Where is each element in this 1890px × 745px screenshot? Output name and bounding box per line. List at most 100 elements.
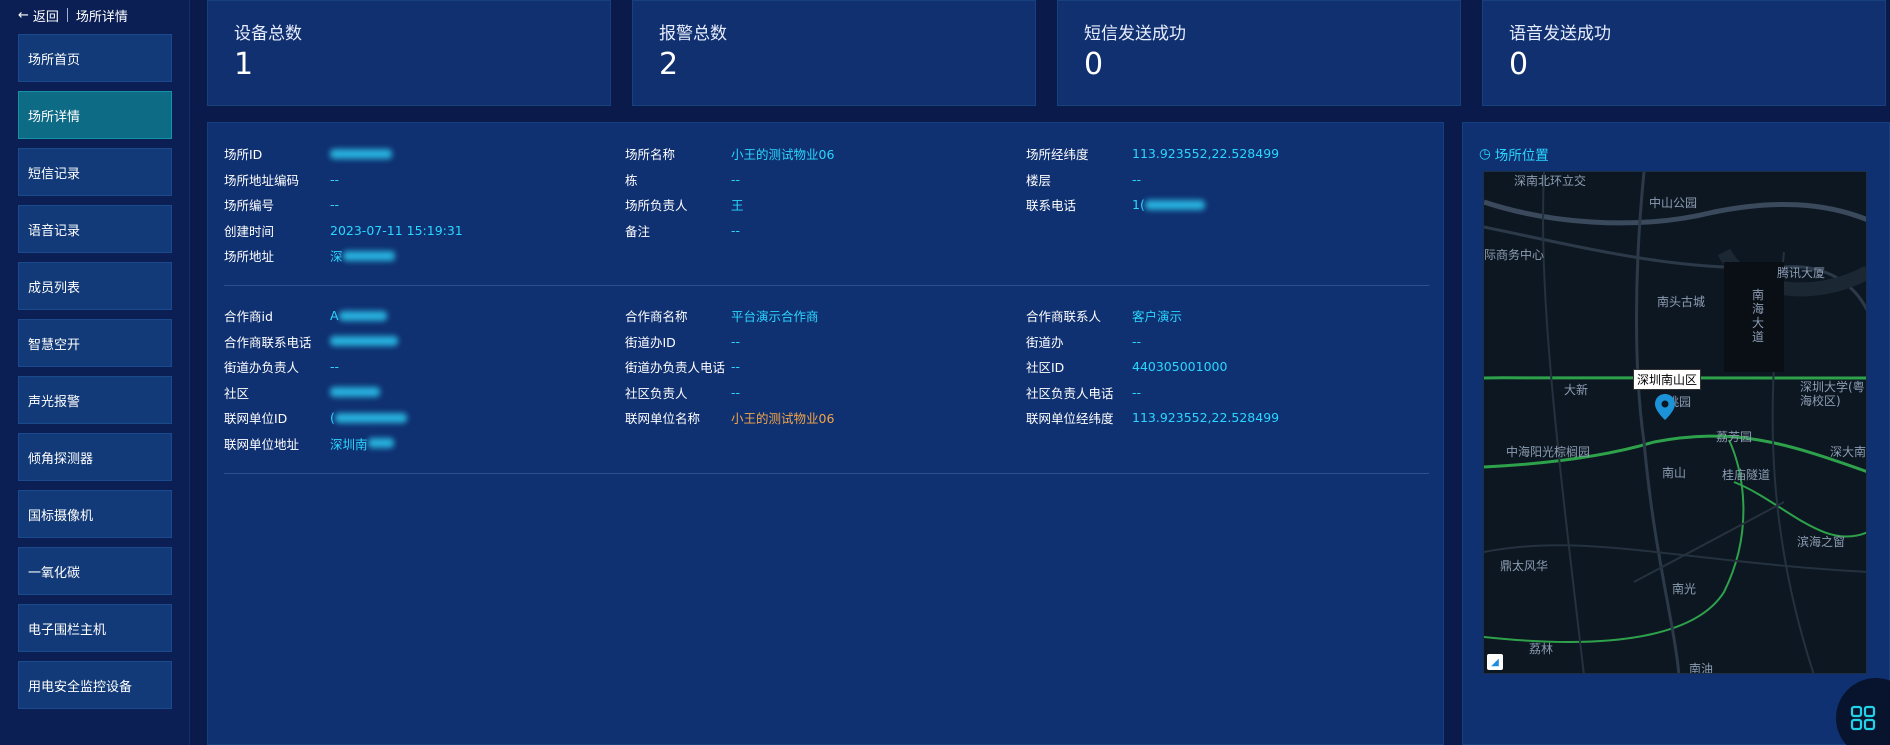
stat-card-devices: 设备总数 1 [207, 0, 611, 106]
stat-card-voice-success: 语音发送成功 0 [1482, 0, 1886, 106]
stat-value: 0 [1084, 47, 1104, 82]
sidebar-item-label: 电子围栏主机 [28, 622, 107, 638]
detail-panel: 场所ID 场所名称 小王的测试物业06 场所经纬度 113.923552,22.52… [207, 122, 1444, 745]
map-label: 滨海之窗 [1797, 535, 1846, 549]
location-panel: ◷ 场所位置 深南北环立交 中山公园 际商务中心 腾讯大厦 南头古城 南海大道 … [1462, 122, 1890, 745]
field-partner-id: 合作商id A [224, 303, 387, 329]
sidebar-item-sms-records[interactable]: 短信记录 [18, 148, 172, 196]
info-row: 街道办负责人 -- 街道办负责人电话 -- 社区ID 440305001000 [224, 354, 1429, 380]
map-label: 深圳大学(粤海校区) [1800, 380, 1865, 408]
map-popup: 深圳南山区 [1633, 369, 1702, 390]
header-divider [66, 8, 68, 22]
map-label: 荔林 [1529, 642, 1554, 656]
map-label: 南头古城 [1657, 295, 1706, 309]
stat-card-alarms: 报警总数 2 [632, 0, 1036, 106]
map-logo-icon: ◢ [1487, 654, 1503, 670]
sidebar-item-label: 短信记录 [28, 166, 81, 182]
redacted-mask [330, 387, 380, 398]
sidebar-item-label: 场所首页 [28, 52, 81, 68]
section-divider [224, 285, 1429, 286]
grid-icon [1850, 705, 1876, 731]
sidebar-item-voice-records[interactable]: 语音记录 [18, 205, 172, 253]
sidebar-item-fence-host[interactable]: 电子围栏主机 [18, 604, 172, 652]
field-community-manager: 社区负责人 -- [625, 384, 741, 401]
info-row: 场所地址深 [224, 243, 1429, 269]
sidebar-item-power-safety[interactable]: 用电安全监控设备 [18, 661, 172, 709]
map-label: 中海阳光棕榈园 [1506, 445, 1591, 459]
field-street-manager-phone: 街道办负责人电话 -- [625, 359, 741, 376]
location-map[interactable]: 深南北环立交 中山公园 际商务中心 腾讯大厦 南头古城 南海大道 大新 桃园 深… [1483, 171, 1867, 674]
redacted-mask [334, 412, 407, 423]
arrow-left-icon: ← [18, 7, 29, 23]
back-button[interactable]: ← 返回 [18, 6, 59, 25]
map-label: 桂庙隧道 [1722, 468, 1771, 482]
sidebar-item-label: 智慧空开 [28, 337, 81, 353]
info-row: 联网单位地址 深圳南 [224, 431, 1429, 457]
info-row: 场所ID 场所名称 小王的测试物业06 场所经纬度 113.923552,22.52… [224, 141, 1429, 167]
sidebar-item-gb-camera[interactable]: 国标摄像机 [18, 490, 172, 538]
redacted-mask [367, 438, 394, 449]
map-label: 鼎太风华 [1500, 559, 1549, 573]
field-place-id: 场所ID [224, 141, 392, 167]
sidebar: ← 返回 场所详情 场所首页 场所详情 短信记录 语音记录 成员列表 智慧空开 … [0, 0, 190, 745]
field-place-manager: 场所负责人王 [625, 198, 744, 214]
stat-value: 0 [1509, 47, 1529, 82]
location-title: ◷ 场所位置 [1479, 144, 1549, 164]
stat-value: 1 [234, 47, 254, 82]
stat-label: 报警总数 [659, 24, 727, 44]
field-building: 栋 -- [625, 171, 741, 188]
field-partner-name: 合作商名称 平台演示合作商 [625, 309, 819, 325]
stat-card-sms-success: 短信发送成功 0 [1057, 0, 1461, 106]
map-pin-icon[interactable] [1655, 394, 1675, 420]
map-label: 大新 [1564, 383, 1589, 397]
map-label: 南海大道 [1752, 288, 1765, 344]
field-created-time: 创建时间 2023-07-11 15:19:31 [224, 222, 463, 239]
redacted-mask [342, 250, 395, 261]
field-net-unit-address: 联网单位地址 深圳南 [224, 431, 394, 457]
sidebar-item-label: 场所详情 [28, 109, 81, 125]
back-label: 返回 [32, 9, 59, 25]
sidebar-header: ← 返回 场所详情 [0, 0, 189, 30]
field-community-id: 社区ID 440305001000 [1026, 359, 1228, 376]
sidebar-item-smart-switch[interactable]: 智慧空开 [18, 319, 172, 367]
sidebar-item-label: 用电安全监控设备 [28, 679, 133, 695]
stat-label: 语音发送成功 [1509, 24, 1611, 44]
sidebar-item-co[interactable]: 一氧化碳 [18, 547, 172, 595]
partner-info: 合作商id A 合作商名称 平台演示合作商 合作商联系人 客户演示 合作商联系电话 街… [224, 303, 1429, 456]
sidebar-item-label: 成员列表 [28, 280, 81, 296]
field-net-unit-lnglat: 联网单位经纬度 113.923552,22.528499 [1026, 410, 1280, 427]
field-street-id: 街道办ID -- [625, 333, 741, 350]
redacted-mask [330, 336, 398, 347]
sidebar-item-members[interactable]: 成员列表 [18, 262, 172, 310]
map-label: 际商务中心 [1484, 248, 1545, 262]
location-title-label: 场所位置 [1494, 148, 1549, 164]
redacted-mask [338, 310, 387, 321]
redacted-mask [1144, 199, 1205, 210]
info-row: 合作商id A 合作商名称 平台演示合作商 合作商联系人 客户演示 [224, 303, 1429, 329]
info-row: 场所地址编码 -- 栋 -- 楼层 -- [224, 167, 1429, 193]
info-row: 创建时间 2023-07-11 15:19:31 备注 -- [224, 218, 1429, 244]
field-place-number: 场所编号 -- [224, 197, 340, 214]
field-place-name: 场所名称 小王的测试物业06 [625, 147, 835, 163]
sidebar-menu: 场所首页 场所详情 短信记录 语音记录 成员列表 智慧空开 声光报警 倾角探测器… [0, 30, 189, 709]
sidebar-item-tilt-detector[interactable]: 倾角探测器 [18, 433, 172, 481]
field-contact-phone: 联系电话 1( [1026, 192, 1205, 218]
field-remark: 备注 -- [625, 222, 741, 239]
sidebar-item-details[interactable]: 场所详情 [18, 91, 172, 139]
sidebar-item-label: 声光报警 [28, 394, 81, 410]
sidebar-item-sound-light-alarm[interactable]: 声光报警 [18, 376, 172, 424]
field-partner-contact: 合作商联系人 客户演示 [1026, 309, 1183, 325]
stat-label: 设备总数 [234, 24, 302, 44]
field-place-address: 场所地址深 [224, 243, 395, 269]
redacted-mask [330, 148, 392, 159]
field-street-manager: 街道办负责人 -- [224, 359, 340, 376]
map-label: 南光 [1672, 582, 1697, 596]
stat-label: 短信发送成功 [1084, 24, 1186, 44]
field-floor: 楼层 -- [1026, 171, 1142, 188]
info-row: 社区 社区负责人 -- 社区负责人电话 -- [224, 380, 1429, 406]
sidebar-item-label: 倾角探测器 [28, 451, 94, 467]
map-label: 南山 [1662, 466, 1687, 480]
sidebar-item-label: 语音记录 [28, 223, 81, 239]
field-partner-phone: 合作商联系电话 [224, 329, 398, 355]
sidebar-item-home[interactable]: 场所首页 [18, 34, 172, 82]
